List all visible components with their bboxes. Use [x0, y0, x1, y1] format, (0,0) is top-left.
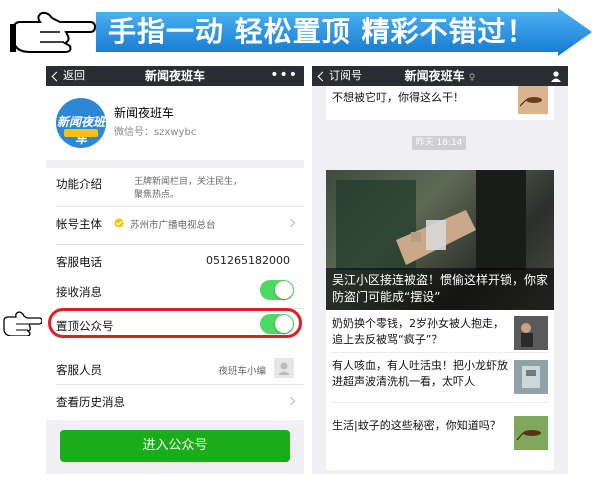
news-thumbnail-icon — [514, 416, 548, 450]
divider — [332, 352, 548, 353]
news-item-title[interactable]: 生活|蚊子的这些秘密，你知道吗？ — [332, 418, 508, 434]
avatar: 新闻夜班车 — [56, 98, 106, 148]
intro-label: 功能介绍 — [56, 177, 102, 191]
toggle-knob — [275, 281, 293, 299]
divider — [332, 402, 548, 403]
service-section: 客服人员 夜班车小编 查看历史消息 — [46, 352, 304, 420]
left-phone-screen: 返回 新闻夜班车 ••• 新闻夜班车 新闻夜班车 微信号：szxwybc 功能介… — [46, 66, 304, 474]
service-label: 客服人员 — [56, 363, 102, 377]
previous-article-card[interactable]: 不想被它叮，你得这么干！ — [326, 86, 554, 120]
divider — [56, 244, 304, 245]
service-avatar-icon — [274, 358, 294, 378]
timestamp-badge: 昨天 18:14 — [412, 136, 466, 150]
account-name: 新闻夜班车 — [114, 106, 175, 120]
intro-value: 王牌新闻栏目，关注民生，聚焦热点。 — [134, 177, 243, 200]
headline-caption: 吴江小区接连被盗！惯偷这样开锁，你家防盗门可能成“摆设” — [326, 268, 554, 310]
news-card: 吴江小区接连被盗！惯偷这样开锁，你家防盗门可能成“摆设” 奶奶换个零钱，2岁孙女… — [326, 170, 554, 470]
divider — [56, 206, 304, 207]
mosquito-thumbnail-icon — [518, 86, 548, 114]
owner-value: 苏州市广播电视总台 — [130, 220, 216, 231]
phone-label: 客服电话 — [56, 255, 102, 269]
right-phone-screen: 订阅号 新闻夜班车 ♀ 不想被它叮，你得这么干！ 昨天 18:14 吴江小区接连… — [312, 66, 568, 474]
left-navbar: 返回 新闻夜班车 ••• — [46, 66, 304, 86]
previous-article-title: 不想被它叮，你得这么干！ — [332, 91, 464, 104]
news-item-title[interactable]: 有人咳血，有人吐活虫！把小龙虾放进超声波清洗机一看，太吓人 — [332, 358, 508, 390]
receive-toggle[interactable] — [260, 280, 294, 300]
phone-value[interactable]: 051265182000 — [206, 254, 290, 267]
profile-card: 新闻夜班车 新闻夜班车 微信号：szxwybc — [46, 86, 304, 160]
location-pin-icon: ♀ — [468, 73, 476, 83]
avatar-bar-icon — [64, 129, 98, 137]
pointing-hand-icon — [10, 11, 96, 53]
more-icon[interactable]: ••• — [270, 66, 298, 86]
pointing-hand-icon — [3, 311, 42, 336]
service-value: 夜班车小编 — [218, 366, 266, 377]
divider — [56, 384, 304, 385]
person-icon[interactable] — [550, 70, 562, 82]
page-title: 新闻夜班车 — [144, 69, 205, 83]
page-title-text: 新闻夜班车 — [404, 69, 465, 83]
banner-text: 手指一动 轻松置顶 精彩不错过！ — [108, 15, 536, 48]
banner: 手指一动 轻松置顶 精彩不错过！ — [0, 0, 600, 62]
right-navbar: 订阅号 新闻夜班车 ♀ — [312, 66, 568, 86]
page-title: 新闻夜班车 ♀ — [312, 66, 568, 86]
headline-image[interactable]: 吴江小区接连被盗！惯偷这样开锁，你家防盗门可能成“摆设” — [326, 170, 554, 310]
owner-label: 帐号主体 — [56, 217, 102, 231]
verified-icon — [114, 218, 124, 228]
wechat-id: 微信号：szxwybc — [114, 127, 197, 138]
enter-account-button[interactable]: 进入公众号 — [60, 430, 290, 462]
news-item-title[interactable]: 奶奶换个零钱，2岁孙女被人抱走，追上去反被骂“疯子”？ — [332, 316, 508, 348]
news-thumbnail-icon — [514, 360, 548, 394]
receive-label: 接收消息 — [56, 285, 102, 299]
news-thumbnail-icon — [514, 316, 548, 350]
chevron-right-icon — [286, 218, 296, 228]
history-label[interactable]: 查看历史消息 — [56, 394, 125, 410]
pin-highlight-oval — [48, 308, 302, 338]
chevron-right-icon — [286, 396, 296, 406]
